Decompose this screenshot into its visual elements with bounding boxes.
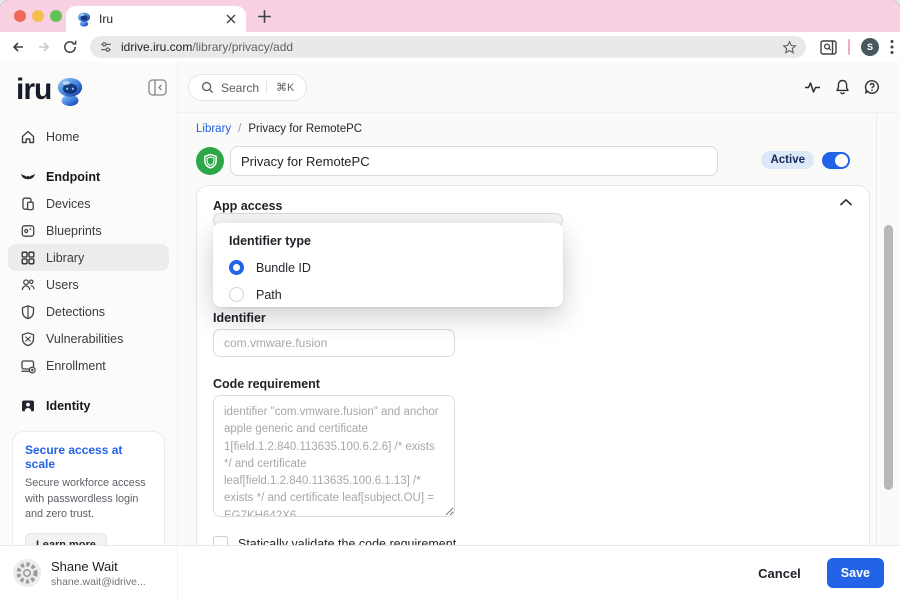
sidebar-section-endpoint[interactable]: Endpoint [0, 163, 177, 190]
policy-name-input[interactable] [230, 146, 718, 176]
active-toggle[interactable] [822, 152, 850, 169]
bookmark-star-icon[interactable] [782, 40, 797, 55]
home-icon [20, 129, 36, 145]
devices-icon [20, 196, 36, 212]
sidebar-item-detections[interactable]: Detections [0, 298, 177, 325]
window-close-button[interactable] [14, 10, 26, 22]
section-title: App access [213, 199, 282, 213]
sidebar-item-devices[interactable]: Devices [0, 190, 177, 217]
profile-divider [848, 39, 850, 55]
identifier-label: Identifier [213, 311, 266, 325]
sidebar-item-library[interactable]: Library [8, 244, 169, 271]
breadcrumb-separator: / [238, 123, 241, 135]
app-access-card: App access Identifier type Bundle ID Pat… [196, 185, 870, 600]
tab-title: Iru [99, 12, 226, 26]
search-placeholder: Search [221, 81, 259, 95]
promo-title: Secure access at scale [25, 443, 152, 471]
sidebar-item-users[interactable]: Users [0, 271, 177, 298]
toggle-knob [835, 154, 848, 167]
url-bar[interactable]: idrive.iru.com/library/privacy/add [90, 36, 806, 58]
identifier-type-popup: Identifier type Bundle ID Path [213, 223, 563, 307]
new-tab-button[interactable] [256, 8, 273, 25]
sidebar-item-vulnerabilities[interactable]: Vulnerabilities [0, 325, 177, 352]
notifications-bell-icon[interactable] [835, 79, 850, 95]
browser-tab-strip: Iru [0, 0, 900, 32]
tab-close-icon[interactable] [226, 14, 236, 24]
identity-badge-icon [20, 398, 36, 414]
status-badge: Active [761, 151, 814, 169]
form-footer: Cancel Save [178, 545, 900, 600]
browser-tab[interactable]: Iru [66, 6, 246, 32]
sidebar-nav: Home Endpoint Devices Blueprints Library [0, 123, 177, 419]
enrollment-icon [20, 358, 36, 374]
back-button[interactable] [10, 39, 26, 55]
iru-logo: iru [16, 75, 51, 105]
title-row: Active [196, 146, 878, 176]
help-chat-icon[interactable] [864, 79, 880, 95]
radio-selected-icon[interactable] [229, 260, 244, 275]
code-requirement-label: Code requirement [213, 377, 320, 391]
sidebar-collapse-button[interactable] [148, 79, 167, 96]
breadcrumb: Library / Privacy for RemotePC [196, 123, 362, 135]
iru-mascot-icon [54, 77, 86, 107]
app-header: Search ⌘K [178, 62, 900, 113]
user-email: shane.wait@idrive... [51, 576, 146, 588]
search-shortcut: ⌘K [266, 81, 294, 94]
identifier-type-label: Identifier type [229, 234, 547, 248]
save-button[interactable]: Save [827, 558, 884, 588]
user-avatar [12, 558, 42, 588]
privacy-shield-icon [196, 147, 224, 175]
iru-favicon [76, 12, 92, 27]
cancel-button[interactable]: Cancel [752, 565, 807, 582]
library-icon [20, 250, 36, 266]
sidebar-item-blueprints[interactable]: Blueprints [0, 217, 177, 244]
breadcrumb-library-link[interactable]: Library [196, 123, 231, 135]
vulnerabilities-shield-icon [20, 331, 36, 347]
browser-toolbar: idrive.iru.com/library/privacy/add S [0, 32, 900, 62]
browser-window: Iru idrive.iru.com/library/privacy/add [0, 0, 900, 600]
users-icon [20, 277, 36, 293]
window-zoom-button[interactable] [50, 10, 62, 22]
sidebar: iru [0, 62, 178, 600]
window-minimize-button[interactable] [32, 10, 44, 22]
radio-option-path[interactable]: Path [229, 287, 547, 302]
user-footer[interactable]: Shane Wait shane.wait@idrive... [0, 545, 178, 600]
blueprints-icon [20, 223, 36, 239]
browser-profile-avatar[interactable]: S [861, 38, 879, 56]
browser-menu-kebab-icon[interactable] [890, 39, 894, 55]
search-icon [201, 81, 214, 94]
site-info-icon[interactable] [99, 40, 113, 54]
sidebar-item-enrollment[interactable]: Enrollment [0, 352, 177, 379]
url-text: idrive.iru.com/library/privacy/add [121, 40, 782, 54]
identifier-input[interactable] [213, 329, 455, 357]
forward-button[interactable] [36, 39, 52, 55]
detections-shield-icon [20, 304, 36, 320]
sidebar-item-home[interactable]: Home [0, 123, 177, 150]
radio-option-bundle-id[interactable]: Bundle ID [229, 260, 547, 275]
promo-body: Secure workforce access with passwordles… [25, 476, 152, 523]
chevron-up-icon[interactable] [839, 198, 853, 207]
reload-button[interactable] [62, 39, 78, 55]
radio-unselected-icon[interactable] [229, 287, 244, 302]
main-content: Search ⌘K Library / Privacy for RemotePC [178, 62, 900, 600]
search-input[interactable]: Search ⌘K [188, 74, 307, 101]
breadcrumb-current: Privacy for RemotePC [248, 123, 362, 135]
endpoint-bat-icon [20, 169, 36, 185]
user-name: Shane Wait [51, 559, 146, 574]
side-panel-search-icon[interactable] [820, 40, 837, 55]
scrollbar-track[interactable] [876, 112, 877, 545]
code-requirement-textarea[interactable] [213, 395, 455, 517]
activity-pulse-icon[interactable] [804, 80, 821, 95]
sidebar-section-identity[interactable]: Identity [0, 392, 177, 419]
scrollbar-thumb[interactable] [884, 225, 893, 490]
